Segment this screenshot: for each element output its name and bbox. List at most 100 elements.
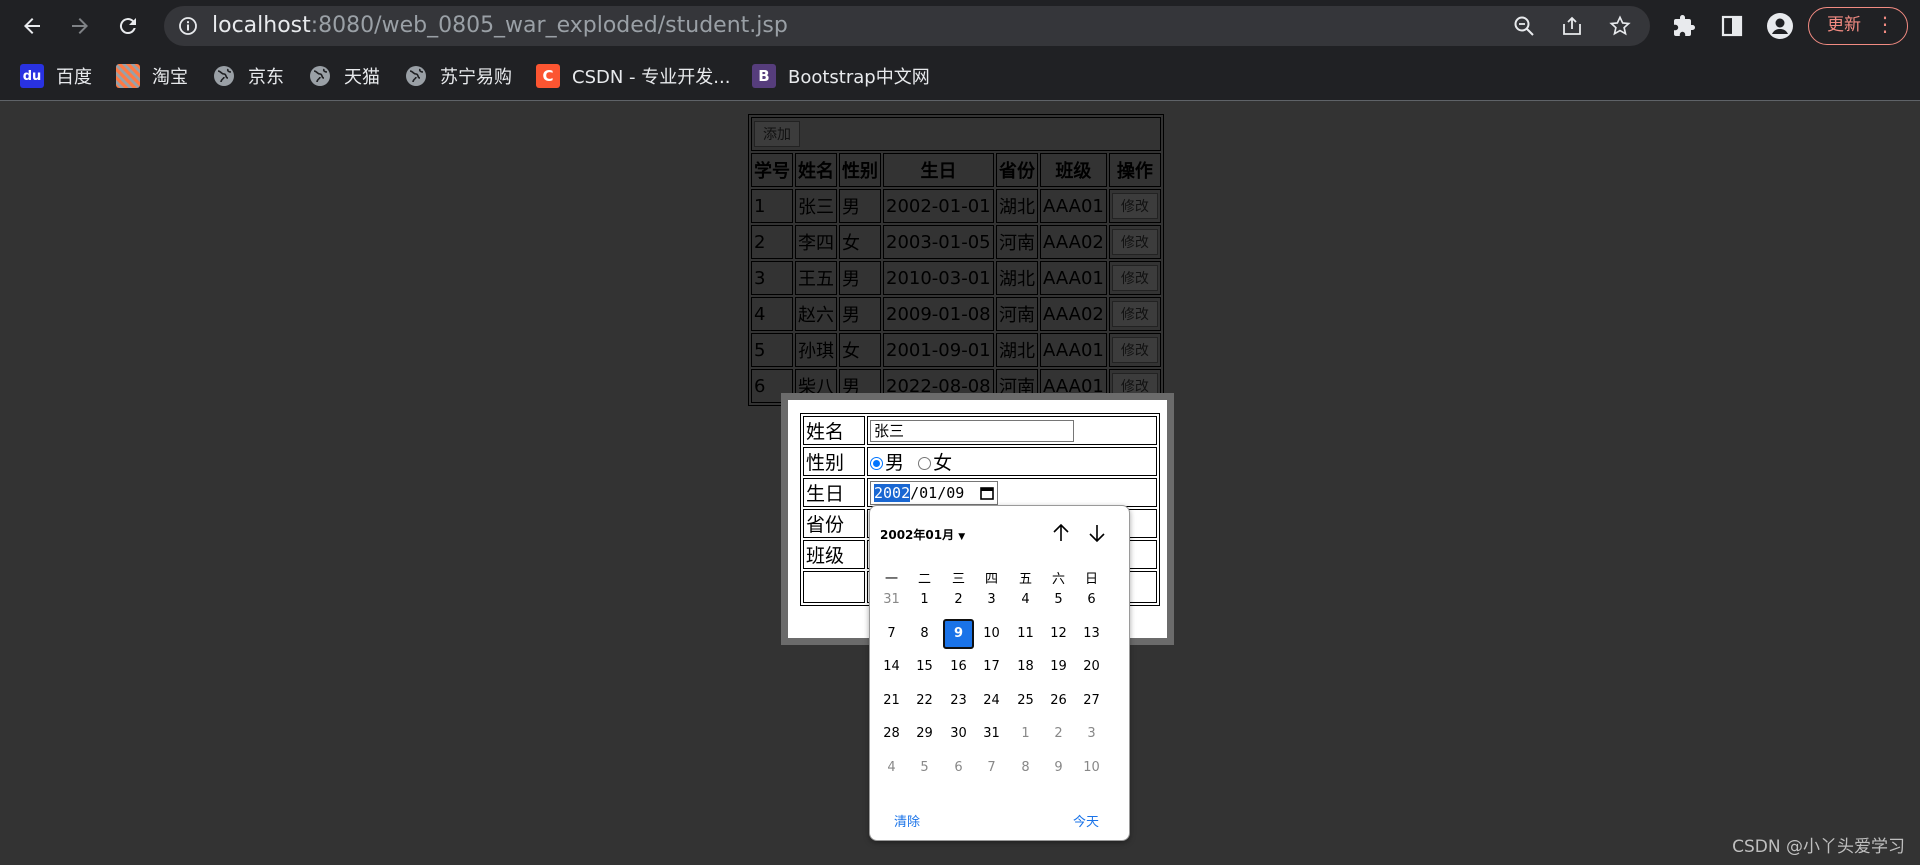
calendar-day[interactable]: 25 <box>1010 686 1041 716</box>
calendar-day[interactable]: 22 <box>909 686 940 716</box>
calendar-day[interactable]: 6 <box>1076 585 1107 615</box>
birthday-input[interactable]: 2002/01/09 <box>870 480 998 505</box>
calendar-day[interactable]: 10 <box>1076 753 1107 783</box>
name-input[interactable]: 张三 <box>870 419 1074 442</box>
calendar-day[interactable]: 6 <box>943 753 974 783</box>
caret-down-icon: ▼ <box>958 532 966 542</box>
calendar-day[interactable]: 20 <box>1076 652 1107 682</box>
calendar-day[interactable]: 16 <box>943 652 974 682</box>
form-row-birthday: 生日 2002/01/09 <box>803 478 1157 507</box>
globe-icon <box>308 64 332 88</box>
calendar-day[interactable]: 3 <box>976 585 1007 615</box>
address-bar[interactable]: localhost:8080/web_0805_war_exploded/stu… <box>164 6 1650 46</box>
calendar-day[interactable]: 1 <box>909 585 940 615</box>
calendar-day[interactable]: 1 <box>1010 719 1041 749</box>
calendar-day[interactable]: 23 <box>943 686 974 716</box>
bookmark-suning[interactable]: 苏宁易购 <box>404 62 512 90</box>
calendar-day[interactable]: 14 <box>876 652 907 682</box>
calendar-day[interactable]: 26 <box>1043 686 1074 716</box>
calendar-day[interactable]: 29 <box>909 719 940 749</box>
calendar-day[interactable]: 9 <box>1043 753 1074 783</box>
calendar-day[interactable]: 4 <box>1010 585 1041 615</box>
prev-month-button[interactable] <box>1048 520 1074 546</box>
calendar-day[interactable]: 27 <box>1076 686 1107 716</box>
clear-button[interactable]: 清除 <box>894 811 920 830</box>
calendar-day[interactable]: 17 <box>976 652 1007 682</box>
bookmark-baidu[interactable]: du 百度 <box>20 62 92 90</box>
calendar-day[interactable]: 21 <box>876 686 907 716</box>
calendar-day[interactable]: 31 <box>976 719 1007 749</box>
cell-province: 河南 <box>996 225 1038 259</box>
cell-gender: 男 <box>839 261 881 295</box>
edit-button[interactable]: 修改 <box>1111 193 1158 219</box>
calendar-day[interactable]: 13 <box>1076 619 1107 649</box>
reload-button[interactable] <box>110 8 146 44</box>
calendar-day[interactable]: 8 <box>1010 753 1041 783</box>
add-button[interactable]: 添加 <box>754 121 800 147</box>
zoom-button[interactable] <box>1512 14 1536 38</box>
cell-actions: 修改 <box>1108 261 1161 295</box>
calendar-day[interactable]: 5 <box>909 753 940 783</box>
gender-male-radio[interactable] <box>870 457 883 470</box>
calendar-day[interactable]: 19 <box>1043 652 1074 682</box>
bookmark-star-button[interactable] <box>1608 14 1632 38</box>
back-button[interactable] <box>14 8 50 44</box>
gender-female-radio[interactable] <box>918 457 932 470</box>
calendar-day[interactable]: 18 <box>1010 652 1041 682</box>
edit-button[interactable]: 修改 <box>1111 265 1158 291</box>
bookmarks-bar: du 百度 淘宝 京东 天猫 苏宁易购 C CSDN - 专业开发... B B… <box>0 52 1920 101</box>
bookmark-jd[interactable]: 京东 <box>212 62 284 90</box>
birthday-rest-segment[interactable]: /01/09 <box>910 484 964 502</box>
cell-name: 孙琪 <box>795 333 837 367</box>
extensions-button[interactable] <box>1670 12 1698 40</box>
cell-class: AAA01 <box>1040 189 1107 223</box>
month-year-select[interactable]: 2002年01月 ▼ <box>880 526 965 543</box>
calendar-day[interactable]: 4 <box>876 753 907 783</box>
calendar-day[interactable]: 2 <box>1043 719 1074 749</box>
calendar-day[interactable]: 15 <box>909 652 940 682</box>
forward-button[interactable] <box>62 8 98 44</box>
calendar-day[interactable]: 3 <box>1076 719 1107 749</box>
side-panel-button[interactable] <box>1718 12 1746 40</box>
bookmark-csdn[interactable]: C CSDN - 专业开发... <box>536 62 730 90</box>
edit-button[interactable]: 修改 <box>1111 337 1158 363</box>
calendar-day[interactable]: 8 <box>909 619 940 649</box>
cell-name: 赵六 <box>795 297 837 331</box>
edit-button[interactable]: 修改 <box>1111 301 1158 327</box>
cell-province: 河南 <box>996 297 1038 331</box>
calendar-day[interactable]: 28 <box>876 719 907 749</box>
cell-class: AAA01 <box>1040 261 1107 295</box>
cell-province: 湖北 <box>996 261 1038 295</box>
url-text[interactable]: localhost:8080/web_0805_war_exploded/stu… <box>212 6 788 46</box>
bootstrap-icon: B <box>752 64 776 88</box>
share-button[interactable] <box>1560 14 1584 38</box>
update-button[interactable]: 更新 ⋮ <box>1808 7 1908 45</box>
calendar-day[interactable]: 7 <box>876 619 907 649</box>
edit-button[interactable]: 修改 <box>1111 229 1158 255</box>
calendar-day[interactable]: 2 <box>943 585 974 615</box>
bookmark-taobao[interactable]: 淘宝 <box>116 62 188 90</box>
cell-id: 1 <box>751 189 793 223</box>
calendar-day[interactable]: 7 <box>976 753 1007 783</box>
calendar-day[interactable]: 12 <box>1043 619 1074 649</box>
today-button[interactable]: 今天 <box>1073 811 1099 830</box>
calendar-day[interactable]: 31 <box>876 585 907 615</box>
bookmark-tmall[interactable]: 天猫 <box>308 62 380 90</box>
profile-button[interactable] <box>1766 12 1794 40</box>
arrow-down-icon <box>1089 525 1105 543</box>
next-month-button[interactable] <box>1084 520 1110 546</box>
calendar-day[interactable]: 10 <box>976 619 1007 649</box>
cell-gender: 女 <box>839 225 881 259</box>
calendar-day[interactable]: 11 <box>1010 619 1041 649</box>
birthday-label: 生日 <box>803 478 865 507</box>
calendar-day[interactable]: 9 <box>943 618 974 649</box>
calendar-icon[interactable] <box>980 486 994 500</box>
cell-gender: 男 <box>839 189 881 223</box>
share-icon <box>1563 16 1581 35</box>
birthday-year-segment[interactable]: 2002 <box>874 483 911 502</box>
bookmark-bootstrap[interactable]: B Bootstrap中文网 <box>752 62 930 90</box>
calendar-day[interactable]: 24 <box>976 686 1007 716</box>
calendar-day[interactable]: 5 <box>1043 585 1074 615</box>
calendar-day[interactable]: 30 <box>943 719 974 749</box>
arrow-left-icon <box>24 18 40 34</box>
